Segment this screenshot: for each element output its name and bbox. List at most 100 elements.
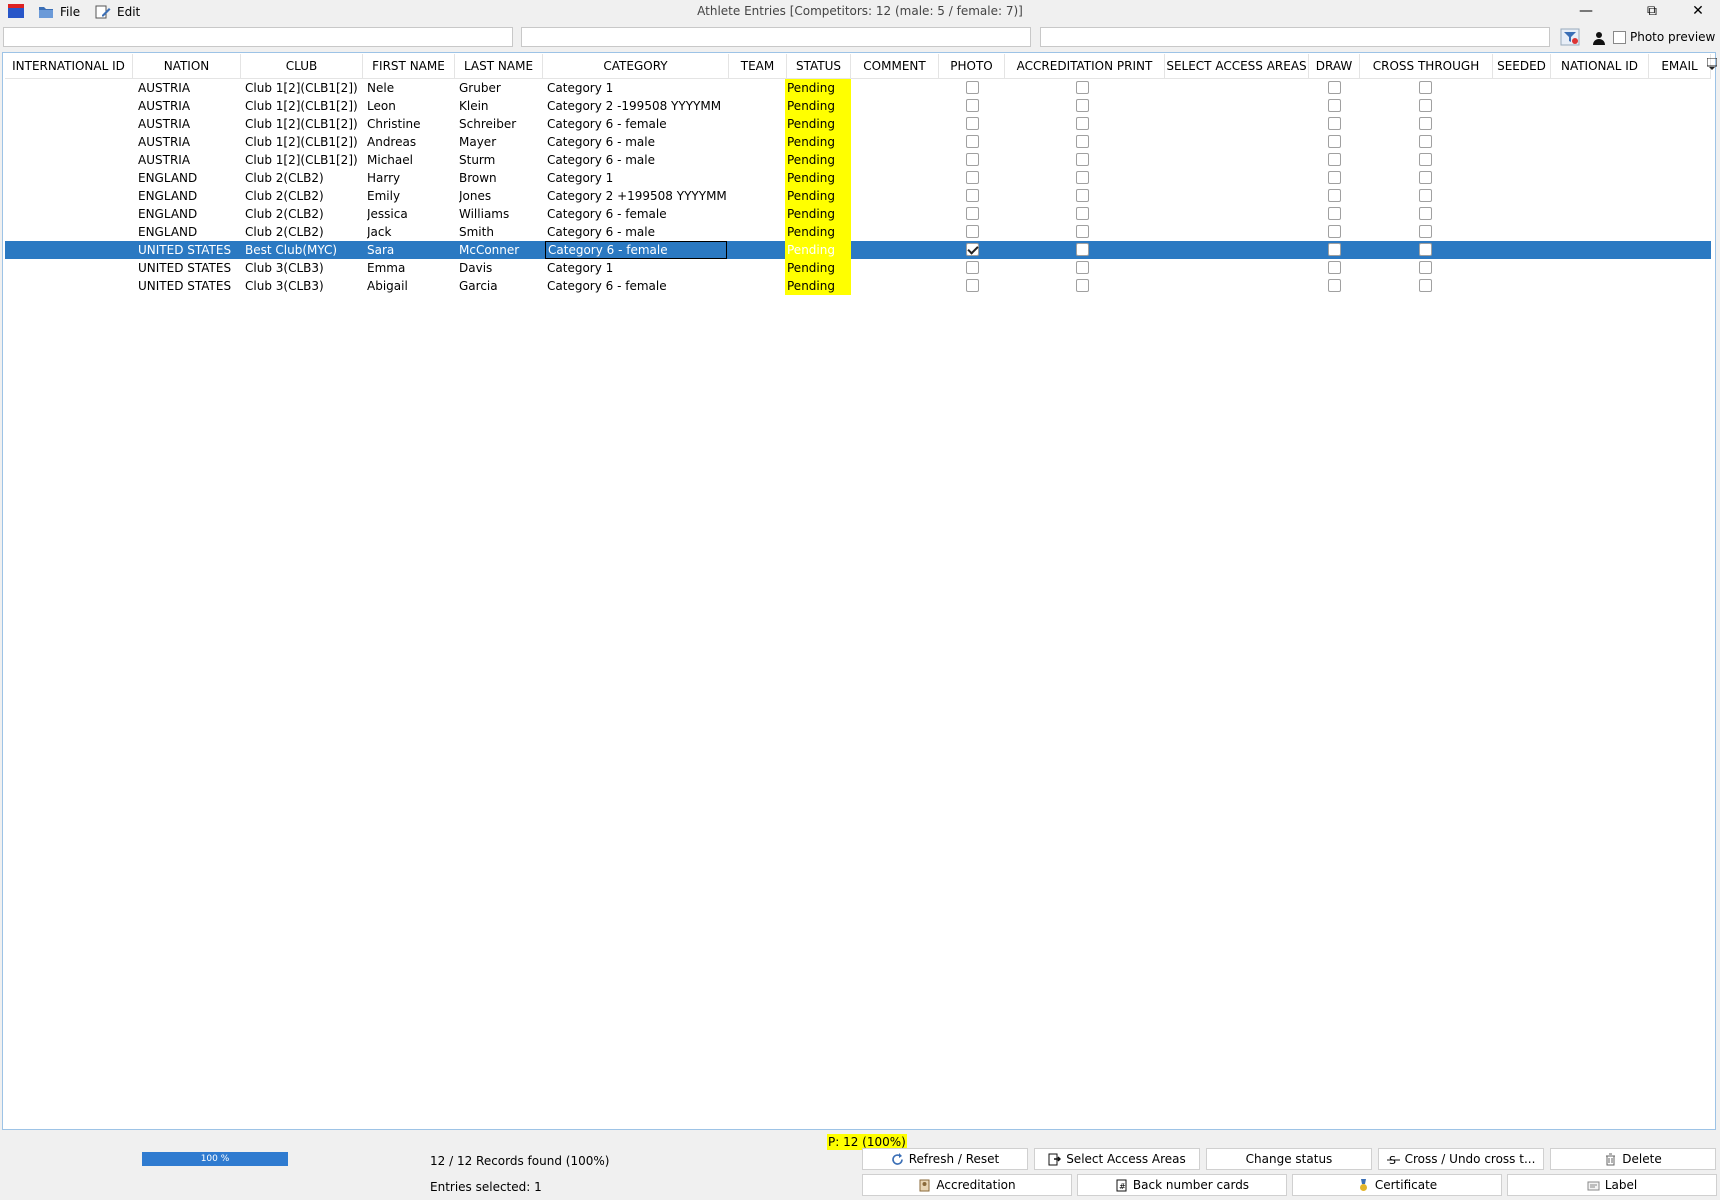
cell-nation[interactable]: AUSTRIA <box>138 151 238 169</box>
cell-nation[interactable]: AUSTRIA <box>138 115 238 133</box>
cell-last[interactable]: Jones <box>459 187 543 205</box>
checkbox-cross[interactable] <box>1419 225 1432 238</box>
filter-input-3[interactable] <box>1040 27 1550 47</box>
column-chooser-icon[interactable] <box>1707 58 1717 70</box>
checkbox-accreditation[interactable] <box>1076 243 1089 256</box>
cell-status[interactable]: Pending <box>785 169 851 187</box>
checkbox-photo[interactable] <box>966 171 979 184</box>
checkbox-cross[interactable] <box>1419 99 1432 112</box>
column-header-club[interactable]: CLUB <box>241 54 363 78</box>
change-status-button[interactable]: Change status <box>1206 1148 1372 1170</box>
checkbox-cross[interactable] <box>1419 207 1432 220</box>
cell-status[interactable]: Pending <box>785 259 851 277</box>
checkbox-accreditation[interactable] <box>1076 189 1089 202</box>
column-header-draw[interactable]: DRAW <box>1309 54 1360 78</box>
cell-category[interactable]: Category 6 - female <box>547 115 727 133</box>
column-header-accreditation-print[interactable]: ACCREDITATION PRINT <box>1005 54 1165 78</box>
cell-club[interactable]: Club 1[2](CLB1[2]) <box>245 151 363 169</box>
table-row[interactable]: ENGLAND Club 2(CLB2) Harry Brown Category 1 P… <box>5 169 1711 187</box>
clear-filter-icon[interactable] <box>1560 28 1580 46</box>
photo-preview-checkbox[interactable] <box>1613 31 1626 44</box>
cell-first[interactable]: Harry <box>367 169 455 187</box>
checkbox-cross[interactable] <box>1419 171 1432 184</box>
checkbox-photo[interactable] <box>966 117 979 130</box>
cell-category[interactable]: Category 6 - male <box>547 133 727 151</box>
refresh-reset-button[interactable]: Refresh / Reset <box>862 1148 1028 1170</box>
checkbox-cross[interactable] <box>1419 243 1432 256</box>
cell-status[interactable]: Pending <box>785 223 851 241</box>
cell-category[interactable]: Category 2 +199508 YYYYMM <box>547 187 727 205</box>
checkbox-photo[interactable] <box>966 153 979 166</box>
cell-category[interactable]: Category 6 - female <box>545 241 727 259</box>
checkbox-draw[interactable] <box>1328 225 1341 238</box>
cell-status[interactable]: Pending <box>785 277 851 295</box>
checkbox-photo[interactable] <box>966 81 979 94</box>
checkbox-draw[interactable] <box>1328 99 1341 112</box>
cell-first[interactable]: Emma <box>367 259 455 277</box>
cell-nation[interactable]: UNITED STATES <box>138 277 238 295</box>
close-window-button[interactable]: ✕ <box>1676 0 1720 24</box>
column-header-category[interactable]: CATEGORY <box>543 54 729 78</box>
cell-status[interactable]: Pending <box>785 97 851 115</box>
checkbox-photo[interactable] <box>966 99 979 112</box>
cell-status[interactable]: Pending <box>785 133 851 151</box>
cell-club[interactable]: Club 2(CLB2) <box>245 187 363 205</box>
column-header-international-id[interactable]: INTERNATIONAL ID <box>5 54 133 78</box>
cell-nation[interactable]: ENGLAND <box>138 205 238 223</box>
checkbox-photo[interactable] <box>966 225 979 238</box>
cell-last[interactable]: Smith <box>459 223 543 241</box>
cell-club[interactable]: Club 3(CLB3) <box>245 259 363 277</box>
cell-first[interactable]: Nele <box>367 79 455 97</box>
checkbox-cross[interactable] <box>1419 261 1432 274</box>
cell-club[interactable]: Best Club(MYC) <box>245 241 363 259</box>
cell-club[interactable]: Club 2(CLB2) <box>245 223 363 241</box>
column-header-nation[interactable]: NATION <box>133 54 241 78</box>
cell-category[interactable]: Category 6 - female <box>547 277 727 295</box>
cell-last[interactable]: Brown <box>459 169 543 187</box>
column-header-photo[interactable]: PHOTO <box>939 54 1005 78</box>
cell-last[interactable]: Garcia <box>459 277 543 295</box>
checkbox-draw[interactable] <box>1328 171 1341 184</box>
select-access-areas-button[interactable]: Select Access Areas <box>1034 1148 1200 1170</box>
cell-nation[interactable]: AUSTRIA <box>138 133 238 151</box>
column-header-email[interactable]: EMAIL <box>1649 54 1711 78</box>
cell-category[interactable]: Category 6 - female <box>547 205 727 223</box>
checkbox-photo[interactable] <box>966 243 979 256</box>
checkbox-draw[interactable] <box>1328 153 1341 166</box>
column-header-select-access-areas[interactable]: SELECT ACCESS AREAS <box>1165 54 1309 78</box>
checkbox-accreditation[interactable] <box>1076 279 1089 292</box>
cell-nation[interactable]: ENGLAND <box>138 187 238 205</box>
cell-nation[interactable]: ENGLAND <box>138 223 238 241</box>
cell-status[interactable]: Pending <box>785 115 851 133</box>
minimize-button[interactable]: — <box>1564 0 1608 24</box>
back-number-cards-button[interactable]: # Back number cards <box>1077 1174 1287 1196</box>
table-row[interactable]: AUSTRIA Club 1[2](CLB1[2]) Nele Gruber Categ… <box>5 79 1711 97</box>
cell-last[interactable]: Mayer <box>459 133 543 151</box>
checkbox-cross[interactable] <box>1419 117 1432 130</box>
checkbox-draw[interactable] <box>1328 207 1341 220</box>
cell-last[interactable]: Williams <box>459 205 543 223</box>
table-row[interactable]: UNITED STATES Club 3(CLB3) Abigail Garcia Ca… <box>5 277 1711 295</box>
cell-last[interactable]: Schreiber <box>459 115 543 133</box>
restore-button[interactable]: ⧉ <box>1630 0 1674 24</box>
cell-first[interactable]: Christine <box>367 115 455 133</box>
checkbox-photo[interactable] <box>966 189 979 202</box>
filter-input-1[interactable] <box>3 27 513 47</box>
cell-last[interactable]: McConner <box>459 241 543 259</box>
table-row[interactable]: UNITED STATES Club 3(CLB3) Emma Davis Catego… <box>5 259 1711 277</box>
cell-last[interactable]: Gruber <box>459 79 543 97</box>
cell-nation[interactable]: UNITED STATES <box>138 259 238 277</box>
cell-category[interactable]: Category 1 <box>547 259 727 277</box>
cross-undo-button[interactable]: S Cross / Undo cross t... <box>1378 1148 1544 1170</box>
cell-first[interactable]: Leon <box>367 97 455 115</box>
checkbox-accreditation[interactable] <box>1076 261 1089 274</box>
checkbox-draw[interactable] <box>1328 279 1341 292</box>
checkbox-accreditation[interactable] <box>1076 99 1089 112</box>
cell-first[interactable]: Sara <box>367 241 455 259</box>
table-row[interactable]: ENGLAND Club 2(CLB2) Jessica Williams Catego… <box>5 205 1711 223</box>
cell-club[interactable]: Club 1[2](CLB1[2]) <box>245 97 363 115</box>
checkbox-photo[interactable] <box>966 135 979 148</box>
accreditation-button[interactable]: Accreditation <box>862 1174 1072 1196</box>
column-header-first-name[interactable]: FIRST NAME <box>363 54 455 78</box>
checkbox-accreditation[interactable] <box>1076 171 1089 184</box>
